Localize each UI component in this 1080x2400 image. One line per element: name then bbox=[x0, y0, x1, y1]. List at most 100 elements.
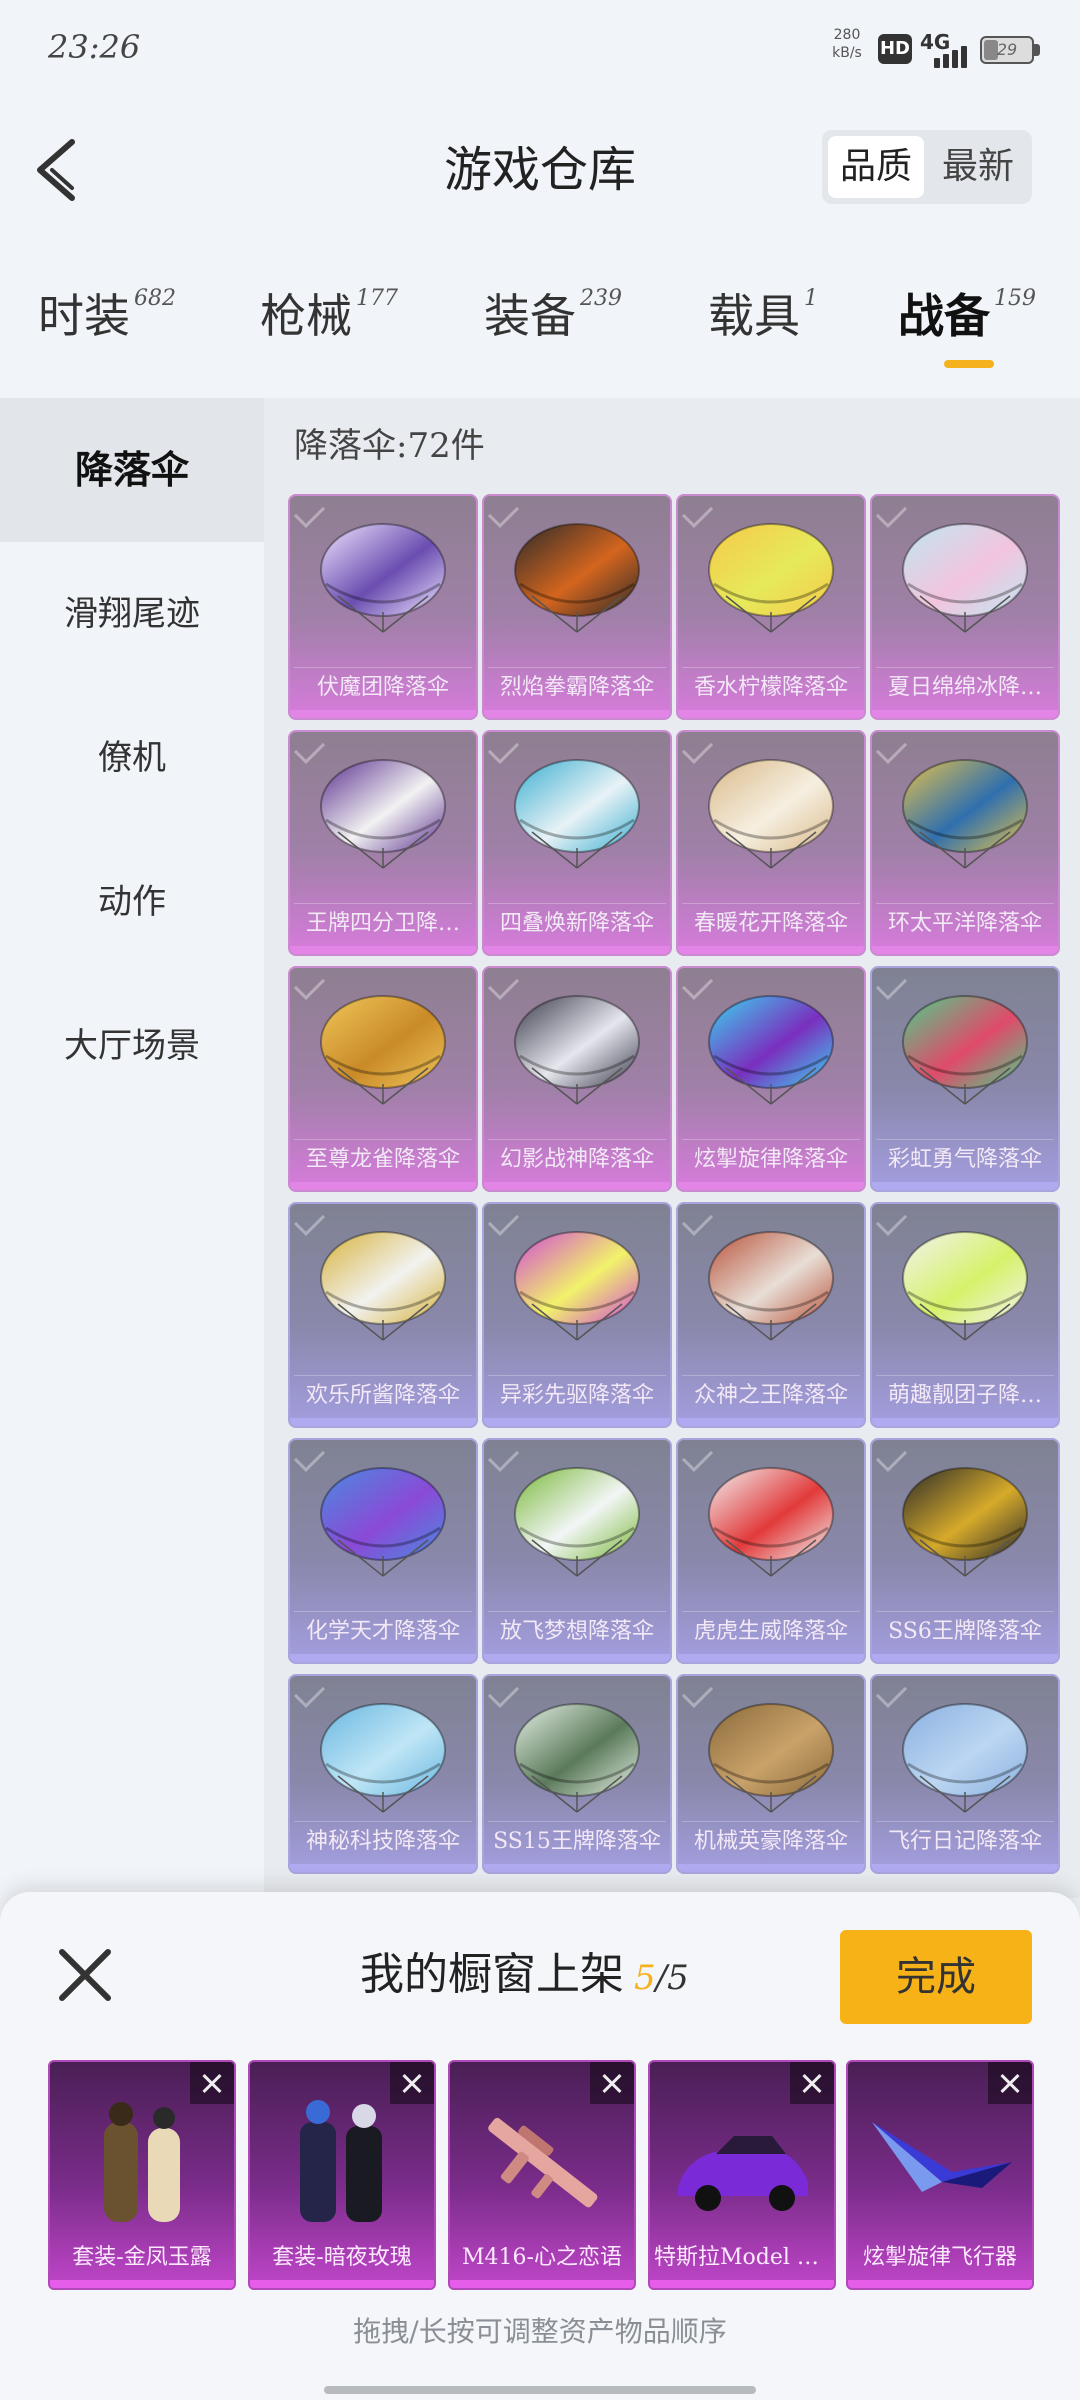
network-speed: 280 kB/s bbox=[824, 26, 870, 62]
parachute-icon bbox=[514, 995, 640, 1105]
parachute-card[interactable]: 王牌四分卫降… bbox=[288, 730, 478, 956]
rarity-strip bbox=[872, 710, 1058, 718]
sort-by-newest-button[interactable]: 最新 bbox=[930, 136, 1026, 198]
parachute-name: 夏日绵绵冰降… bbox=[876, 667, 1054, 708]
parachute-card[interactable]: 放飞梦想降落伞 bbox=[482, 1438, 672, 1664]
parachute-card[interactable]: 幻影战神降落伞 bbox=[482, 966, 672, 1192]
parachute-card[interactable]: 夏日绵绵冰降… bbox=[870, 494, 1060, 720]
back-button[interactable] bbox=[30, 130, 90, 210]
parachute-card[interactable]: 四叠焕新降落伞 bbox=[482, 730, 672, 956]
parachute-card[interactable]: 萌趣靓团子降… bbox=[870, 1202, 1060, 1428]
parachute-name: 化学天才降落伞 bbox=[294, 1611, 472, 1652]
tab-count: 239 bbox=[580, 286, 622, 311]
parachute-card[interactable]: 众神之王降落伞 bbox=[676, 1202, 866, 1428]
parachute-card[interactable]: 机械英豪降落伞 bbox=[676, 1674, 866, 1874]
parachute-card[interactable]: 炫掣旋律降落伞 bbox=[676, 966, 866, 1192]
parachute-icon bbox=[514, 1467, 640, 1577]
home-indicator[interactable] bbox=[324, 2386, 756, 2394]
tab-outfits[interactable]: 时装 682 bbox=[38, 280, 176, 360]
chevron-left-icon bbox=[37, 139, 75, 201]
tab-count: 159 bbox=[994, 286, 1036, 311]
parachute-name: SS15王牌降落伞 bbox=[488, 1821, 666, 1862]
parachute-card[interactable]: 环太平洋降落伞 bbox=[870, 730, 1060, 956]
tab-label: 装备 bbox=[484, 289, 576, 343]
parachute-icon bbox=[902, 1703, 1028, 1813]
tab-label: 载具 bbox=[708, 289, 800, 343]
rarity-strip bbox=[678, 1418, 864, 1426]
sort-by-quality-button[interactable]: 品质 bbox=[828, 136, 924, 198]
parachute-name: 萌趣靓团子降… bbox=[876, 1375, 1054, 1416]
showcase-item[interactable]: 炫掣旋律飞行器 bbox=[846, 2060, 1034, 2290]
parachute-card[interactable]: 香水柠檬降落伞 bbox=[676, 494, 866, 720]
parachute-icon bbox=[320, 523, 446, 633]
signal-strength-icon bbox=[934, 44, 974, 68]
rarity-strip bbox=[872, 1418, 1058, 1426]
sidebar-item-emotes[interactable]: 动作 bbox=[0, 830, 264, 974]
rarity-strip bbox=[250, 2280, 434, 2288]
parachute-name: 彩虹勇气降落伞 bbox=[876, 1139, 1054, 1180]
parachute-card[interactable]: 虎虎生威降落伞 bbox=[676, 1438, 866, 1664]
parachute-name: 环太平洋降落伞 bbox=[876, 903, 1054, 944]
item-art bbox=[678, 2136, 808, 2211]
item-art bbox=[104, 2102, 180, 2222]
rarity-strip bbox=[678, 1864, 864, 1872]
showcase-item[interactable]: 套装-金凤玉露 bbox=[48, 2060, 236, 2290]
sort-toggle[interactable]: 品质 最新 bbox=[822, 130, 1032, 204]
showcase-item-name: 套装-暗夜玫瑰 bbox=[272, 2245, 412, 2270]
parachute-card[interactable]: 化学天才降落伞 bbox=[288, 1438, 478, 1664]
parachute-card[interactable]: 欢乐所酱降落伞 bbox=[288, 1202, 478, 1428]
sidebar-item-lobby-scenes[interactable]: 大厅场景 bbox=[0, 974, 264, 1118]
parachute-icon bbox=[708, 1467, 834, 1577]
parachute-card[interactable]: 飞行日记降落伞 bbox=[870, 1674, 1060, 1874]
parachute-icon bbox=[902, 1467, 1028, 1577]
battery-icon: 29 bbox=[980, 36, 1034, 64]
parachute-card[interactable]: 伏魔团降落伞 bbox=[288, 494, 478, 720]
sidebar-item-wingman[interactable]: 僚机 bbox=[0, 686, 264, 830]
showcase-item[interactable]: 特斯拉Model X(... bbox=[648, 2060, 836, 2290]
parachute-icon bbox=[902, 995, 1028, 1105]
tab-gear[interactable]: 战备 159 bbox=[898, 280, 1036, 360]
parachute-card[interactable]: SS6王牌降落伞 bbox=[870, 1438, 1060, 1664]
tab-vehicles[interactable]: 载具 1 bbox=[708, 280, 818, 360]
rarity-strip bbox=[290, 1182, 476, 1190]
showcase-item[interactable]: M416-心之恋语 bbox=[448, 2060, 636, 2290]
rarity-strip bbox=[450, 2280, 634, 2288]
sidebar-item-glide-trails[interactable]: 滑翔尾迹 bbox=[0, 542, 264, 686]
rarity-strip bbox=[484, 710, 670, 718]
battery-tip bbox=[1034, 44, 1040, 56]
rarity-strip bbox=[678, 946, 864, 954]
parachute-card[interactable]: 烈焰拳霸降落伞 bbox=[482, 494, 672, 720]
parachute-card[interactable]: 至尊龙雀降落伞 bbox=[288, 966, 478, 1192]
tab-equipment[interactable]: 装备 239 bbox=[484, 280, 622, 360]
parachute-card[interactable]: 异彩先驱降落伞 bbox=[482, 1202, 672, 1428]
close-button[interactable] bbox=[50, 1940, 120, 2010]
sidebar-item-parachutes[interactable]: 降落伞 bbox=[0, 398, 264, 542]
showcase-item[interactable]: 套装-暗夜玫瑰 bbox=[248, 2060, 436, 2290]
tab-weapons[interactable]: 枪械 177 bbox=[260, 280, 398, 360]
parachute-icon bbox=[708, 1703, 834, 1813]
parachute-card[interactable]: 彩虹勇气降落伞 bbox=[870, 966, 1060, 1192]
parachute-icon bbox=[902, 523, 1028, 633]
rarity-strip bbox=[484, 1864, 670, 1872]
parachute-card[interactable]: 神秘科技降落伞 bbox=[288, 1674, 478, 1874]
parachute-icon bbox=[708, 759, 834, 869]
active-tab-indicator bbox=[944, 360, 994, 368]
showcase-total-count: /5 bbox=[655, 1958, 689, 1998]
parachute-card[interactable]: SS15王牌降落伞 bbox=[482, 1674, 672, 1874]
tab-count: 682 bbox=[134, 286, 176, 311]
showcase-title: 我的橱窗上架 5/5 bbox=[360, 1940, 689, 2013]
parachute-name: 异彩先驱降落伞 bbox=[488, 1375, 666, 1416]
parachute-name: SS6王牌降落伞 bbox=[876, 1611, 1054, 1652]
status-bar: 23:26 280 kB/s HD 4G 29 bbox=[0, 0, 1080, 100]
item-art bbox=[488, 2117, 598, 2208]
showcase-current-count: 5 bbox=[634, 1958, 656, 1998]
done-button[interactable]: 完成 bbox=[840, 1930, 1032, 2024]
network-speed-value: 280 bbox=[833, 27, 861, 43]
battery-level: 29 bbox=[996, 40, 1018, 59]
parachute-icon bbox=[320, 1703, 446, 1813]
parachute-name: 烈焰拳霸降落伞 bbox=[488, 667, 666, 708]
parachute-card[interactable]: 春暖花开降落伞 bbox=[676, 730, 866, 956]
network-speed-unit: kB/s bbox=[832, 45, 862, 61]
rarity-strip bbox=[678, 710, 864, 718]
parachute-icon bbox=[514, 759, 640, 869]
